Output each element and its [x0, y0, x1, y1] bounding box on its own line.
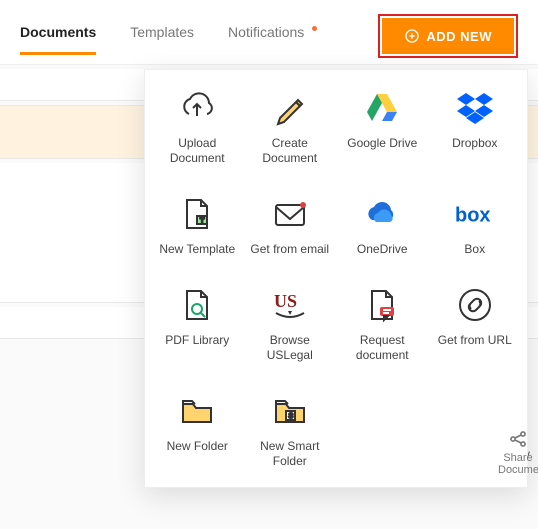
tab-notifications-label: Notifications [228, 24, 304, 40]
menu-new-folder[interactable]: New Folder [153, 391, 242, 469]
document-search-icon [177, 285, 217, 325]
share-document-button[interactable]: Share Document [498, 429, 538, 476]
menu-item-label: PDF Library [165, 333, 229, 348]
plus-circle-icon [404, 28, 420, 44]
menu-item-label: Dropbox [452, 136, 497, 151]
menu-get-from-email[interactable]: Get from email [246, 194, 335, 257]
menu-pdf-library[interactable]: PDF Library [153, 285, 242, 363]
menu-dropbox[interactable]: Dropbox [431, 88, 520, 166]
menu-upload-document[interactable]: Upload Document [153, 88, 242, 166]
menu-new-template[interactable]: T New Template [153, 194, 242, 257]
menu-item-label: Box [464, 242, 485, 257]
menu-box[interactable]: box Box [431, 194, 520, 257]
google-drive-icon [362, 88, 402, 128]
folder-icon [177, 391, 217, 431]
menu-item-label: Request document [342, 333, 422, 363]
email-icon [270, 194, 310, 234]
share-icon [508, 429, 528, 449]
svg-text:US: US [274, 291, 297, 311]
onedrive-icon [362, 194, 402, 234]
svg-text:box: box [455, 204, 491, 226]
menu-onedrive[interactable]: OneDrive [338, 194, 427, 257]
menu-item-label: Upload Document [157, 136, 237, 166]
add-new-grid: Upload Document Create Document [153, 88, 519, 469]
add-new-button[interactable]: ADD NEW [382, 18, 514, 54]
header-tabs-bar: Documents Templates Notifications ADD NE… [0, 0, 538, 65]
svg-text:S: S [288, 413, 293, 420]
menu-create-document[interactable]: Create Document [246, 88, 335, 166]
body-area: OW Upload Document Create Documen [0, 69, 538, 529]
notification-dot-icon [312, 26, 317, 31]
menu-item-label: Get from email [250, 242, 329, 257]
svg-text:T: T [200, 218, 205, 225]
uslegal-icon: US [270, 285, 310, 325]
menu-item-label: Google Drive [347, 136, 417, 151]
pencil-icon [270, 88, 310, 128]
right-rail: Share Document [498, 259, 538, 529]
add-new-label: ADD NEW [426, 29, 492, 44]
link-icon [455, 285, 495, 325]
menu-item-label: New Folder [167, 439, 228, 454]
menu-item-label: Browse USLegal [250, 333, 330, 363]
box-icon: box [455, 194, 495, 234]
tab-notifications[interactable]: Notifications [228, 24, 317, 54]
tabs: Documents Templates Notifications [20, 24, 370, 54]
menu-item-label: Create Document [250, 136, 330, 166]
dropbox-icon [455, 88, 495, 128]
share-label: Share Document [498, 452, 538, 476]
tab-templates[interactable]: Templates [130, 24, 194, 54]
cloud-upload-icon [177, 88, 217, 128]
menu-item-label: OneDrive [357, 242, 408, 257]
add-new-dropdown: Upload Document Create Document [144, 69, 528, 488]
menu-browse-uslegal[interactable]: US Browse USLegal [246, 285, 335, 363]
tab-documents[interactable]: Documents [20, 24, 96, 54]
menu-request-document[interactable]: Request document [338, 285, 427, 363]
document-chat-icon [362, 285, 402, 325]
add-new-highlight: ADD NEW [378, 14, 518, 58]
menu-new-smart-folder[interactable]: S New Smart Folder [246, 391, 335, 469]
template-icon: T [177, 194, 217, 234]
smart-folder-icon: S [270, 391, 310, 431]
menu-item-label: New Smart Folder [250, 439, 330, 469]
menu-item-label: New Template [159, 242, 235, 257]
menu-google-drive[interactable]: Google Drive [338, 88, 427, 166]
